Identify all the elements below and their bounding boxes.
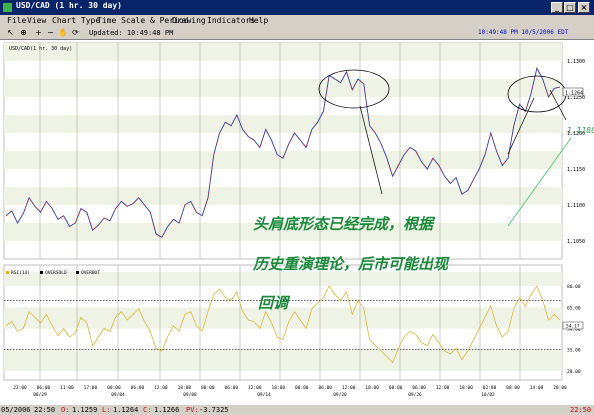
x-hour-label: 18:00 <box>365 385 379 391</box>
x-hour-label: 00:00 <box>389 385 403 391</box>
rsi-tick-label: 80.00 <box>567 284 581 290</box>
close-button[interactable]: × <box>578 2 590 13</box>
menu-indicators[interactable]: Indicators <box>207 16 255 25</box>
x-date-label: 09/20 <box>333 392 347 398</box>
refresh-icon[interactable]: ⟳ <box>71 28 80 37</box>
zoom-out-icon[interactable]: − <box>46 28 55 37</box>
rsi-tick-label: 65.00 <box>567 305 581 311</box>
chart-svg[interactable]: USD/CAD(1 hr. 30 day) 1.13001.12501.1200… <box>0 40 594 405</box>
price-tick-label: 1.1300 <box>567 59 585 65</box>
price-tick-label: 1.1150 <box>567 167 585 173</box>
x-hour-label: 06:00 <box>225 385 239 391</box>
x-hour-label: 18:00 <box>459 385 473 391</box>
updated-time: Updated: 10:49:48 PM <box>89 29 174 37</box>
status-date: 05/2006 <box>1 406 31 414</box>
x-date-label: 09/26 <box>408 392 422 398</box>
rsi-legend-swatch <box>6 271 9 274</box>
minimize-button[interactable]: _ <box>551 2 563 13</box>
status-bar: 05/2006 22:50 O: 1.1259 L: 1.1264 C: 1.1… <box>0 405 594 415</box>
title-bar: USD/CAD (1 hr. 30 day) _ □ × <box>0 0 594 15</box>
rsi-tick-label: 20.00 <box>567 369 581 375</box>
status-close: 1.1266 <box>154 406 180 414</box>
x-hour-label: 12:00 <box>436 385 450 391</box>
price-band <box>4 151 562 169</box>
x-date-label: 09/14 <box>257 392 271 398</box>
x-hour-label: 00:00 <box>201 385 215 391</box>
x-hour-label: 12:00 <box>342 385 356 391</box>
status-pv-label: PV: <box>186 406 199 414</box>
rsi-legend-rsi: RSI(14) <box>11 270 30 276</box>
x-hour-label: 06:00 <box>318 385 332 391</box>
rsi-current-value: 54.17 <box>566 324 580 330</box>
maximize-button[interactable]: □ <box>564 2 576 13</box>
x-hour-label: 06:00 <box>37 385 51 391</box>
rsi-legend-overbot: OVERBOT <box>81 270 100 276</box>
price-band <box>4 43 562 61</box>
x-hour-label: 08:00 <box>506 385 520 391</box>
rsi-band <box>4 349 562 371</box>
app-window: USD/CAD (1 hr. 30 day) _ □ × File View C… <box>0 0 594 415</box>
price-legend: USD/CAD(1 hr. 30 day) <box>9 46 72 52</box>
window-title: USD/CAD (1 hr. 30 day) <box>16 1 122 10</box>
x-date-label: 08/29 <box>33 392 47 398</box>
x-hour-label: 23:00 <box>13 385 27 391</box>
menu-help[interactable]: Help <box>249 16 268 25</box>
x-hour-label: 20:00 <box>553 385 567 391</box>
x-hour-label: 06:00 <box>412 385 426 391</box>
status-low: 1.1264 <box>113 406 139 414</box>
price-tick-label: 1.1050 <box>567 239 585 245</box>
x-hour-label: 00:00 <box>107 385 121 391</box>
oversold-legend-swatch <box>40 271 43 274</box>
price-band <box>4 115 562 133</box>
x-date-label: 09/04 <box>111 392 125 398</box>
x-date-label: 10/02 <box>481 392 495 398</box>
price-tick-label: 1.1100 <box>567 203 585 209</box>
x-hour-label: 06:00 <box>131 385 145 391</box>
annotation-line-2: 历史重演理论，后市可能出现 <box>252 255 450 273</box>
zoom-in-icon[interactable]: + <box>34 28 43 37</box>
x-hour-label: 14:00 <box>530 385 544 391</box>
status-close-label: C: <box>143 406 152 414</box>
status-low-label: L: <box>102 406 111 414</box>
rsi-tick-label: 35.00 <box>567 348 581 354</box>
clock-readout: 10:49:48 PM 10/5/2006 EDT <box>478 29 569 36</box>
menu-view[interactable]: View <box>27 16 46 25</box>
menu-chart-type[interactable]: Chart Type <box>52 16 100 25</box>
overbot-legend-swatch <box>76 271 79 274</box>
price-band <box>4 187 562 205</box>
cursor-icon[interactable]: ↖ <box>6 28 15 37</box>
menu-bar: File View Chart Type Time Scale & Period… <box>0 15 594 27</box>
status-time: 22:50 <box>34 406 56 414</box>
rsi-legend-oversold: OVERSOLD <box>45 270 67 276</box>
chart-area[interactable]: USD/CAD(1 hr. 30 day) 1.1300 1.1250 1.1200… <box>0 40 594 415</box>
x-hour-label: 18:00 <box>178 385 192 391</box>
annotation-line-1: 头肩底形态已经完成，根据 <box>253 215 436 233</box>
hand-icon[interactable]: ✋ <box>58 28 68 37</box>
current-price-label: 1.1264 <box>565 91 583 97</box>
x-hour-label: 18:00 <box>271 385 285 391</box>
trendline-label: 1.1180 <box>567 126 594 135</box>
app-icon <box>2 2 13 13</box>
status-open-label: O: <box>61 406 70 414</box>
crosshair-icon[interactable]: ⊕ <box>19 28 28 37</box>
x-hour-label: 02:00 <box>483 385 497 391</box>
toolbar: ↖ ⊕ + − ✋ ⟳ Updated: 10:49:48 PM 10:49:4… <box>0 27 594 40</box>
x-hour-label: 11:00 <box>60 385 74 391</box>
status-right: 22:50 <box>570 406 592 414</box>
x-hour-label: 12:00 <box>248 385 262 391</box>
status-pv: -3.7325 <box>199 406 229 414</box>
menu-drawing[interactable]: Drawing <box>172 16 206 25</box>
menu-file[interactable]: File <box>7 16 26 25</box>
x-hour-label: 12:00 <box>154 385 168 391</box>
annotation-line-3: 回调 <box>258 294 291 312</box>
x-hour-label: 17:00 <box>84 385 98 391</box>
x-date-label: 09/08 <box>183 392 197 398</box>
price-band <box>4 79 562 97</box>
status-open: 1.1259 <box>72 406 98 414</box>
x-hour-label: 00:00 <box>295 385 309 391</box>
